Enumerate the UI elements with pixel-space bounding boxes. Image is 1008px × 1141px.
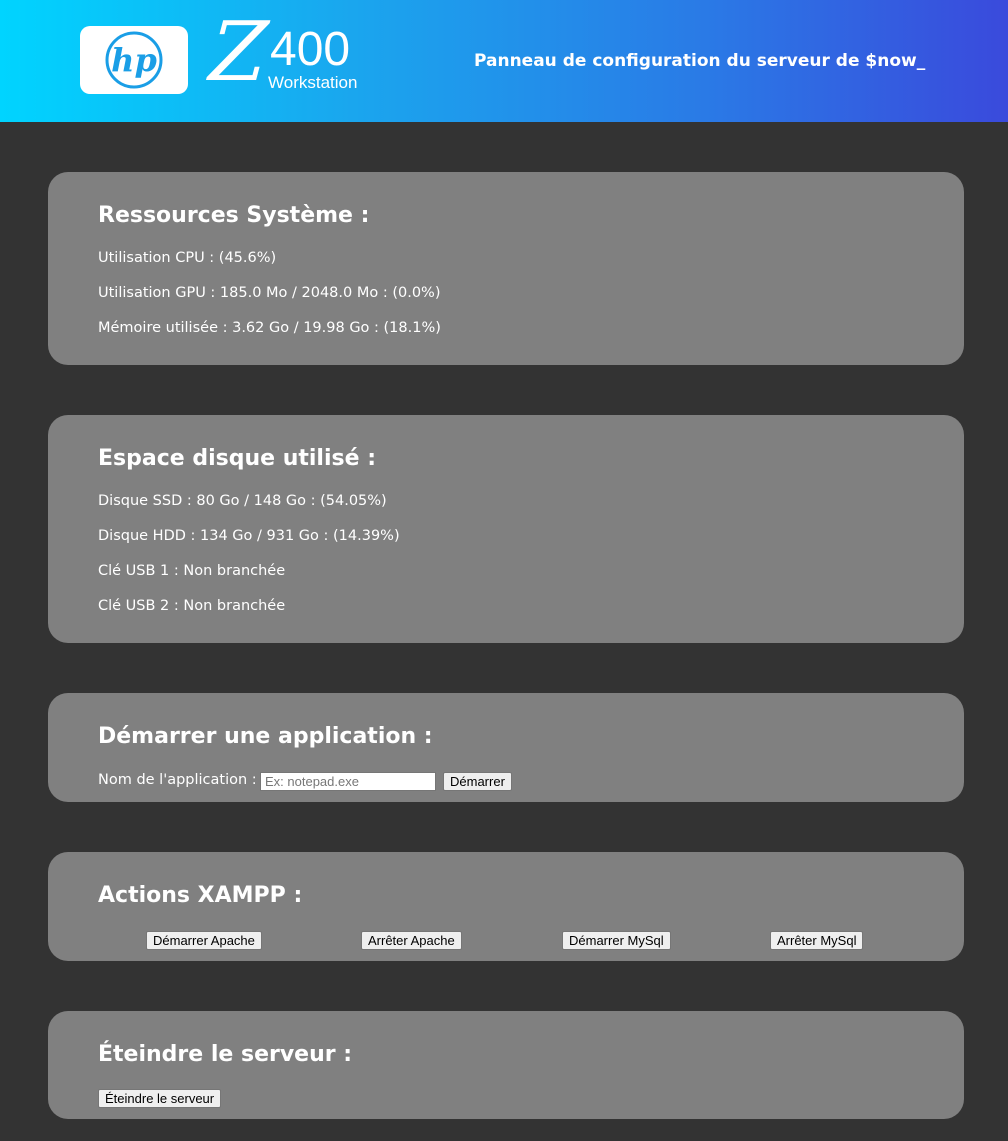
page-header: hp Z 400 Workstation Panneau de configur… — [0, 0, 1008, 122]
launch-app-title: Démarrer une application : — [98, 724, 433, 749]
cpu-usage: Utilisation CPU : (45.6%) — [98, 250, 277, 266]
memory-usage: Mémoire utilisée : 3.62 Go / 19.98 Go : … — [98, 320, 441, 336]
page-title: Panneau de configuration du serveur de $… — [474, 51, 926, 71]
launch-app-card: Démarrer une application : Nom de l'appl… — [48, 693, 964, 802]
usb1-status: Clé USB 1 : Non branchée — [98, 563, 286, 579]
xampp-actions-title: Actions XAMPP : — [98, 883, 303, 908]
disk-usage-card: Espace disque utilisé : Disque SSD : 80 … — [48, 415, 964, 643]
ssd-usage: Disque SSD : 80 Go / 148 Go : (54.05%) — [98, 493, 387, 509]
brand-letter: Z — [206, 5, 271, 100]
stop-mysql-button[interactable]: Arrêter MySql — [770, 931, 864, 950]
shutdown-card: Éteindre le serveur : Éteindre le serveu… — [48, 1011, 964, 1119]
system-resources-title: Ressources Système : — [98, 203, 370, 228]
hp-logo: hp — [80, 26, 188, 94]
svg-text:hp: hp — [111, 41, 157, 79]
start-apache-button[interactable]: Démarrer Apache — [146, 931, 262, 950]
app-name-input[interactable] — [260, 772, 436, 791]
z400-brand: Z 400 Workstation — [207, 5, 368, 100]
brand-subtitle: Workstation — [268, 73, 358, 92]
app-name-label: Nom de l'application : — [98, 772, 257, 788]
launch-app-button[interactable]: Démarrer — [443, 772, 512, 791]
gpu-usage: Utilisation GPU : 185.0 Mo / 2048.0 Mo :… — [98, 285, 441, 301]
hdd-usage: Disque HDD : 134 Go / 931 Go : (14.39%) — [98, 528, 400, 544]
shutdown-title: Éteindre le serveur : — [98, 1042, 353, 1067]
usb2-status: Clé USB 2 : Non branchée — [98, 598, 286, 614]
disk-usage-title: Espace disque utilisé : — [98, 446, 376, 471]
brand-model: 400 — [270, 23, 351, 76]
stop-apache-button[interactable]: Arrêter Apache — [361, 931, 462, 950]
system-resources-card: Ressources Système : Utilisation CPU : (… — [48, 172, 964, 365]
xampp-actions-card: Actions XAMPP : Démarrer Apache Arrêter … — [48, 852, 964, 961]
start-mysql-button[interactable]: Démarrer MySql — [562, 931, 671, 950]
hp-logo-icon: hp — [105, 31, 163, 89]
shutdown-button[interactable]: Éteindre le serveur — [98, 1089, 222, 1108]
